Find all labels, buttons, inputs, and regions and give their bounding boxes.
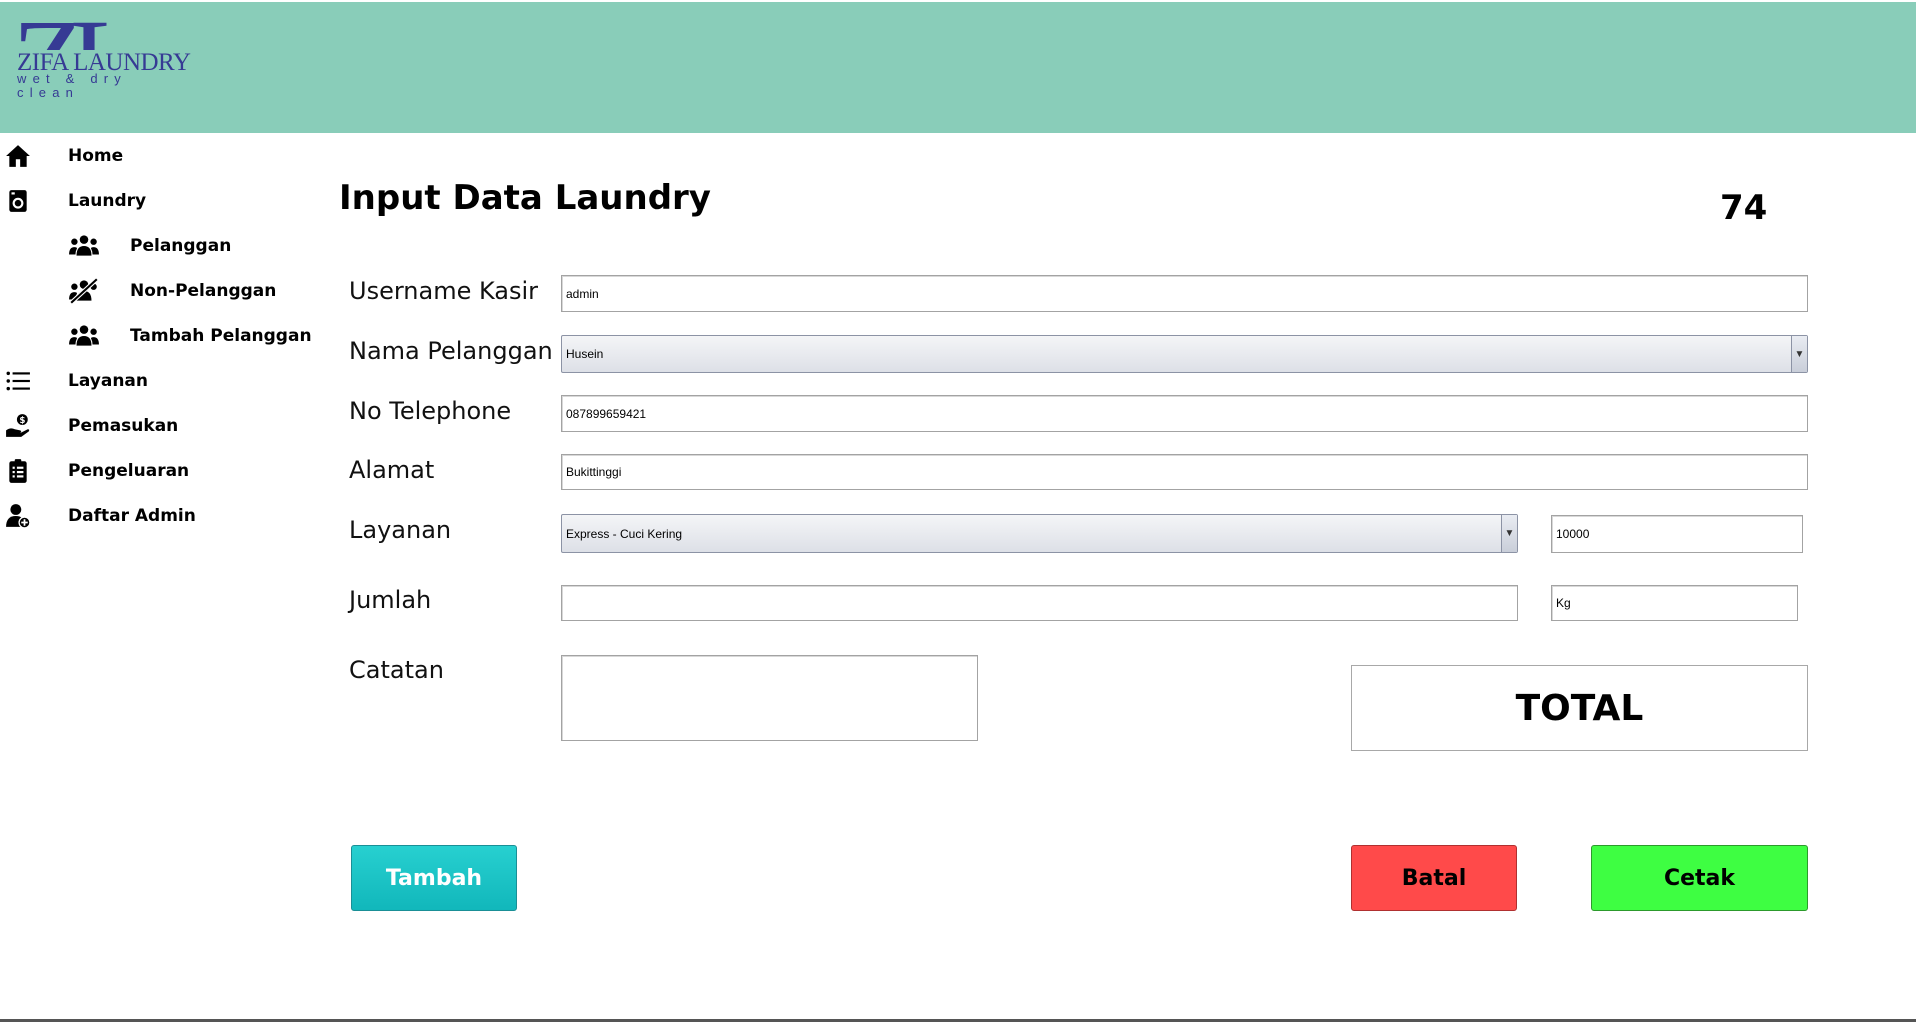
layanan-value: Express - Cuci Kering [566, 526, 683, 541]
washing-machine-icon [3, 186, 33, 216]
sidebar-item-label: Non-Pelanggan [130, 281, 277, 301]
clipboard-list-icon [3, 456, 33, 486]
nama-pelanggan-label: Nama Pelanggan [349, 337, 553, 365]
jumlah-input[interactable] [566, 586, 1517, 620]
tambah-button[interactable]: Tambah [351, 845, 517, 911]
telephone-label: No Telephone [349, 397, 512, 425]
harga-field[interactable] [1551, 515, 1803, 553]
page-title: Input Data Laundry [339, 178, 711, 218]
layanan-label: Layanan [349, 516, 452, 544]
chevron-down-icon[interactable]: ▼ [1791, 336, 1807, 372]
nama-pelanggan-select[interactable]: Husein ▼ [561, 335, 1808, 373]
catatan-field[interactable] [561, 655, 978, 741]
sidebar-item-label: Pemasukan [68, 416, 179, 436]
telephone-input[interactable] [566, 396, 1807, 431]
chevron-down-icon[interactable]: ▼ [1501, 515, 1517, 552]
sidebar-item-label: Daftar Admin [68, 506, 196, 526]
alamat-input[interactable] [566, 455, 1807, 489]
users-icon [67, 321, 101, 351]
alamat-label: Alamat [349, 456, 435, 484]
sidebar-item-laundry[interactable]: Laundry [0, 183, 300, 219]
sidebar-item-tambah-pelanggan[interactable]: Tambah Pelanggan [0, 318, 320, 354]
telephone-field[interactable] [561, 395, 1808, 432]
jumlah-label: Jumlah [349, 586, 432, 614]
layanan-select[interactable]: Express - Cuci Kering ▼ [561, 514, 1518, 553]
user-plus-icon [3, 501, 33, 531]
sidebar-item-label: Pelanggan [130, 236, 232, 256]
catatan-label: Catatan [349, 656, 444, 684]
sidebar-item-label: Home [68, 146, 124, 166]
batal-button[interactable]: Batal [1351, 845, 1517, 911]
svg-text:$: $ [19, 416, 25, 426]
nama-pelanggan-value: Husein [566, 347, 604, 361]
record-number: 74 [1720, 188, 1768, 228]
catatan-textarea[interactable] [566, 660, 973, 736]
app-header: ZL ZIFA LAUNDRY wet & dry clean [0, 2, 1916, 133]
total-display: TOTAL [1351, 665, 1808, 751]
sidebar-item-home[interactable]: Home [0, 138, 300, 174]
sidebar-item-pelanggan[interactable]: Pelanggan [0, 228, 320, 264]
hand-dollar-icon: $ [3, 411, 33, 441]
sidebar-item-label: Tambah Pelanggan [130, 326, 312, 346]
sidebar-item-label: Pengeluaran [68, 461, 190, 481]
username-field[interactable] [561, 275, 1808, 312]
satuan-input[interactable] [1556, 586, 1797, 620]
sidebar-item-non-pelanggan[interactable]: Non-Pelanggan [0, 273, 320, 309]
jumlah-field[interactable] [561, 585, 1518, 621]
satuan-field[interactable] [1551, 585, 1798, 621]
zifa-laundry-logo: ZL ZIFA LAUNDRY wet & dry clean [12, 2, 194, 120]
username-input[interactable] [566, 276, 1807, 311]
home-icon [3, 141, 33, 171]
users-slash-icon [67, 276, 101, 306]
cetak-button[interactable]: Cetak [1591, 845, 1808, 911]
sidebar-item-layanan[interactable]: Layanan [0, 363, 300, 399]
sidebar-item-pemasukan[interactable]: $ Pemasukan [0, 408, 300, 444]
sidebar-item-pengeluaran[interactable]: Pengeluaran [0, 453, 300, 489]
logo-tagline: wet & dry clean [16, 72, 194, 100]
alamat-field[interactable] [561, 454, 1808, 490]
harga-input[interactable] [1556, 516, 1802, 552]
username-label: Username Kasir [349, 277, 539, 305]
sidebar-item-daftar-admin[interactable]: Daftar Admin [0, 498, 300, 534]
users-icon [67, 231, 101, 261]
list-icon [3, 366, 33, 396]
sidebar-item-label: Laundry [68, 191, 147, 211]
sidebar-item-label: Layanan [68, 371, 149, 391]
